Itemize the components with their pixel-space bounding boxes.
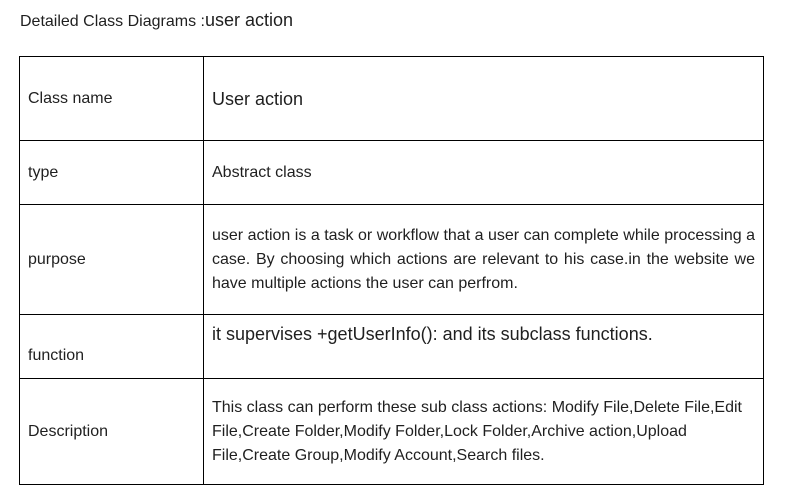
row-key: function <box>19 314 204 379</box>
row-key: Description <box>19 378 204 485</box>
row-value: Abstract class <box>203 140 764 205</box>
class-diagram-table: Class name User action type Abstract cla… <box>19 56 764 485</box>
table-row: Description This class can perform these… <box>19 378 764 485</box>
row-key: purpose <box>19 204 204 315</box>
row-key: type <box>19 140 204 205</box>
table-row: purpose user action is a task or workflo… <box>19 204 764 315</box>
table-row: function it supervises +getUserInfo(): a… <box>19 314 764 379</box>
title-prefix: Detailed Class Diagrams : <box>20 13 205 30</box>
title-suffix: user action <box>204 10 294 30</box>
page-title: Detailed Class Diagrams :user action <box>20 10 293 32</box>
table-row: Class name User action <box>19 56 764 141</box>
row-value: This class can perform these sub class a… <box>203 378 764 485</box>
row-value: user action is a task or workflow that a… <box>203 204 764 315</box>
row-value: User action <box>203 56 764 141</box>
table-row: type Abstract class <box>19 140 764 205</box>
row-key: Class name <box>19 56 204 141</box>
row-value: it supervises +getUserInfo(): and its su… <box>203 314 764 379</box>
